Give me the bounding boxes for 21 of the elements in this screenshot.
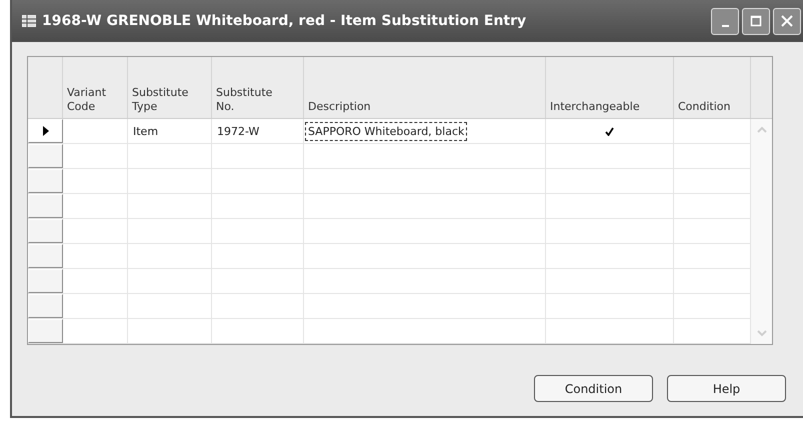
maximize-icon <box>749 14 763 28</box>
column-header: Interchangeable <box>546 57 674 118</box>
table-icon <box>22 15 36 27</box>
condition-button[interactable]: Condition <box>534 375 653 402</box>
table-cell: SAPPORO Whiteboard, black <box>305 122 468 140</box>
maximize-button[interactable] <box>742 8 770 34</box>
close-button[interactable] <box>773 8 801 34</box>
column-header: Description <box>304 57 546 118</box>
table-cell: 1972-W <box>217 124 260 138</box>
current-row-icon <box>42 126 48 136</box>
column-header: Substitute No. <box>212 57 304 118</box>
column-header: Variant Code <box>63 57 128 118</box>
minimize-button[interactable] <box>711 8 739 34</box>
minimize-icon <box>722 25 728 27</box>
table-cell: Item <box>133 124 158 138</box>
help-button[interactable]: Help <box>667 375 786 402</box>
column-header: Substitute Type <box>128 57 212 118</box>
column-header: Condition <box>674 57 751 118</box>
row-selector[interactable] <box>28 119 63 143</box>
close-icon <box>780 14 794 28</box>
window-title: 1968-W GRENOBLE Whiteboard, red - Item Substitution Entry <box>42 13 526 29</box>
